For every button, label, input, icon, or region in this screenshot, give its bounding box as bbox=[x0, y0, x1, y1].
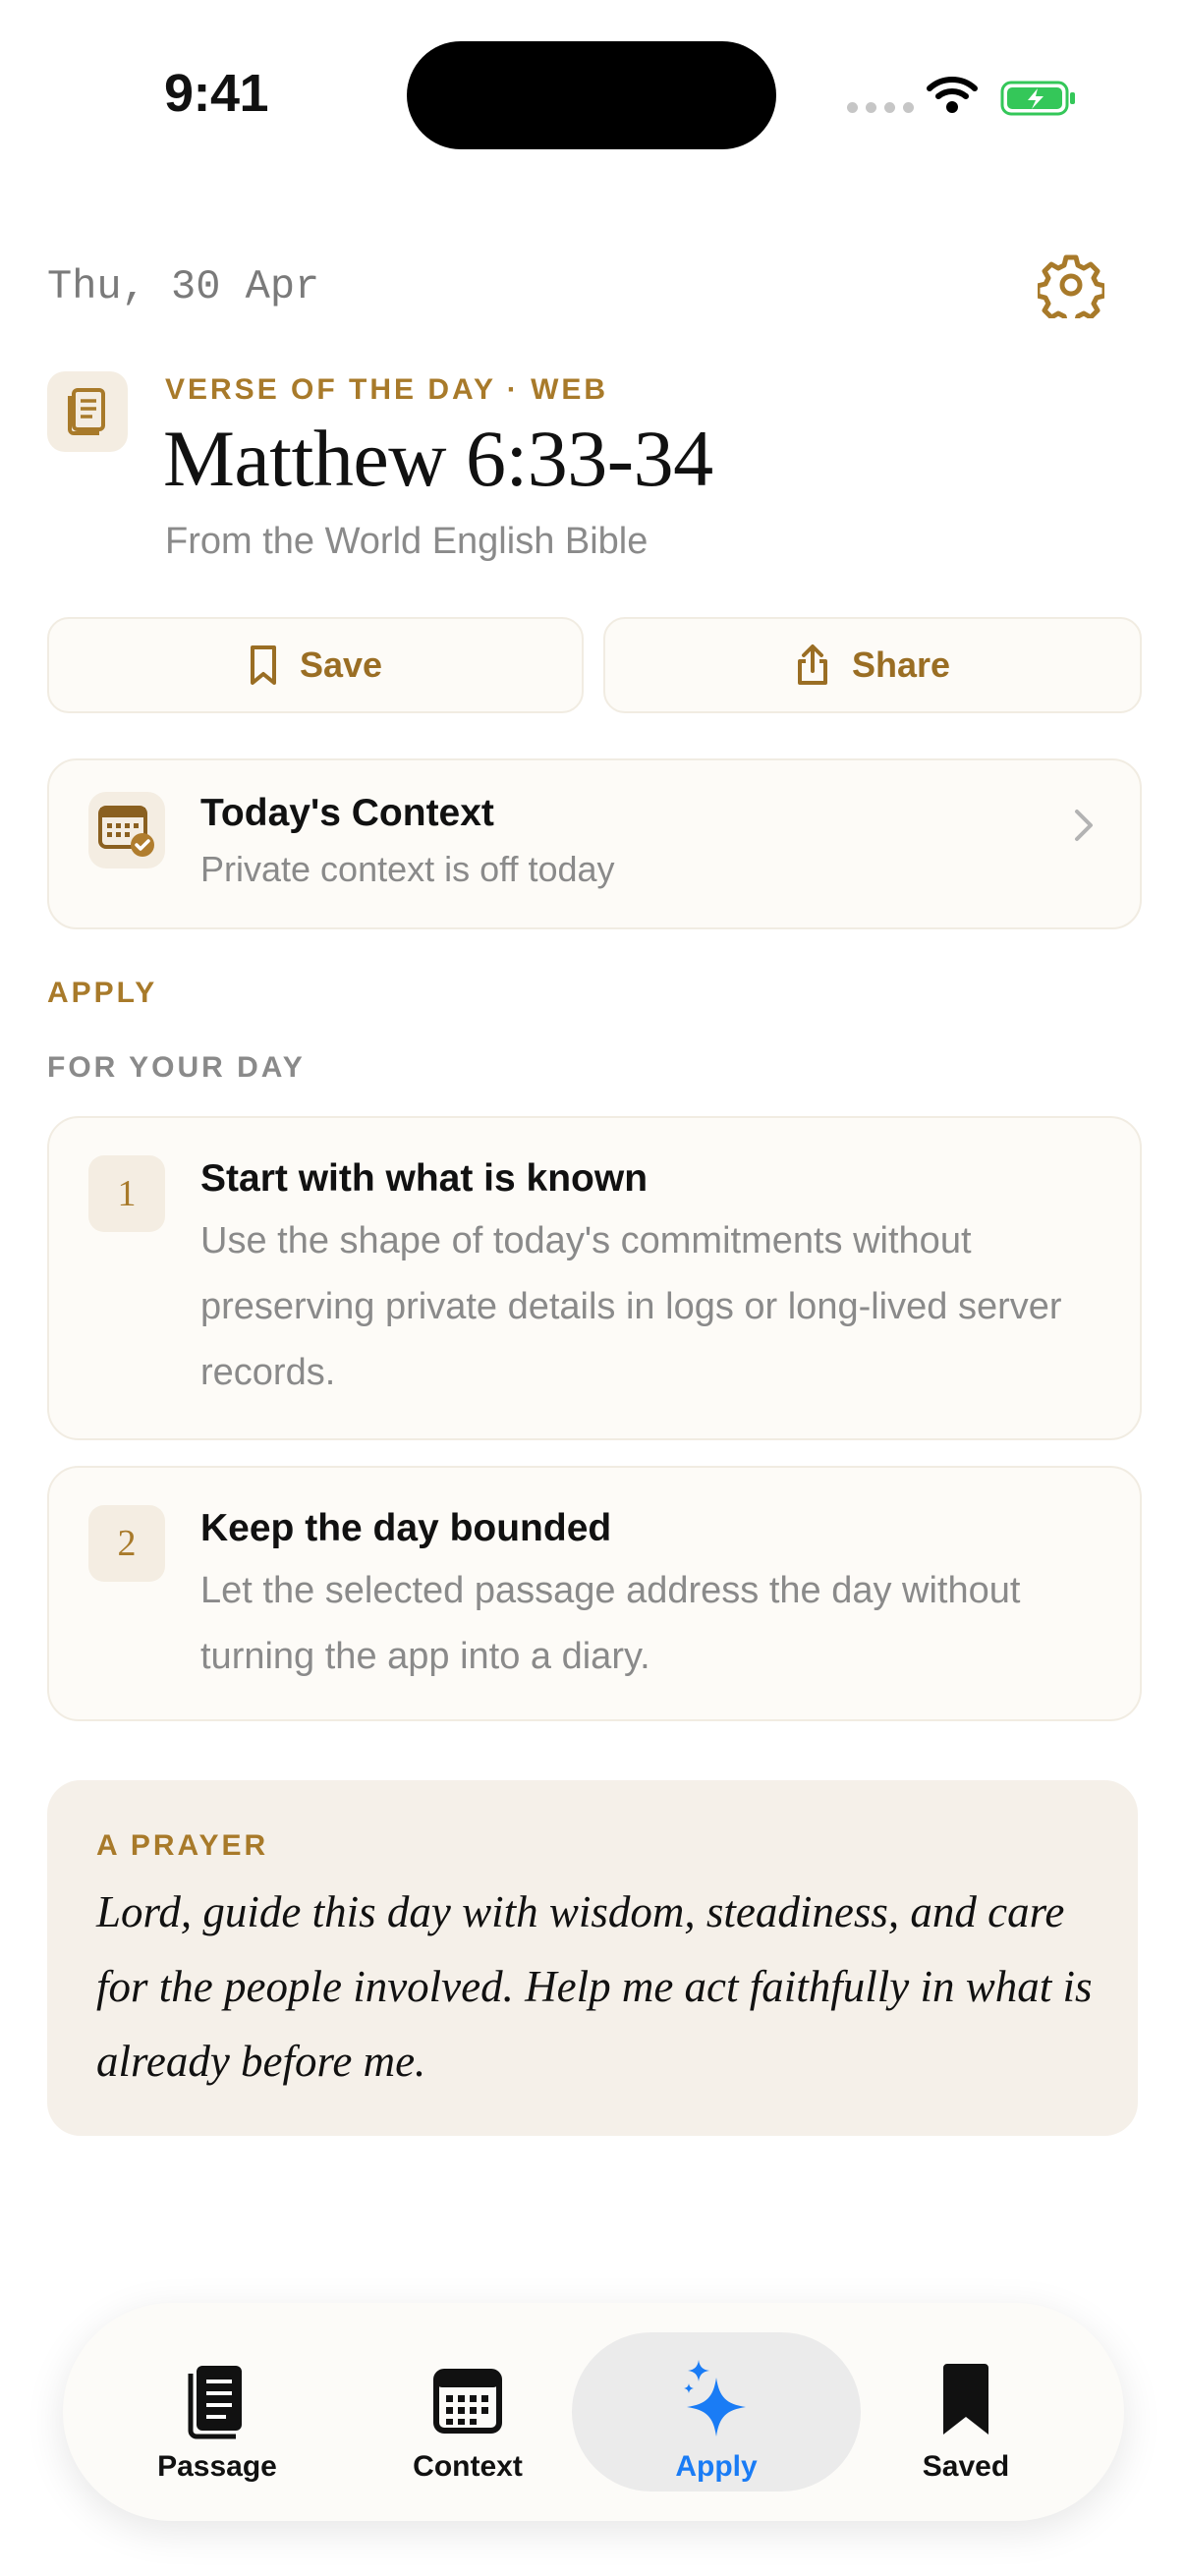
share-button[interactable]: Share bbox=[603, 617, 1142, 713]
calendar-check-icon bbox=[88, 792, 165, 868]
step-title: Start with what is known bbox=[200, 1157, 649, 1200]
sparkles-icon bbox=[684, 2360, 746, 2436]
tab-context[interactable]: Context bbox=[360, 2332, 576, 2492]
step-number: 1 bbox=[88, 1155, 165, 1232]
tab-label: Apply bbox=[675, 2450, 758, 2483]
step-body: Let the selected passage address the day… bbox=[200, 1570, 1021, 1677]
step-title: Keep the day bounded bbox=[200, 1507, 612, 1549]
calendar-icon bbox=[433, 2369, 502, 2434]
save-button-label: Save bbox=[299, 644, 383, 685]
verse-book-icon bbox=[47, 371, 128, 452]
verse-source: From the World English Bible bbox=[165, 521, 649, 562]
share-button-label: Share bbox=[851, 644, 951, 685]
bookmark-outline-icon bbox=[250, 645, 276, 685]
battery-icon bbox=[1000, 81, 1075, 116]
wifi-icon bbox=[927, 77, 978, 113]
prayer-label: A PRAYER bbox=[96, 1829, 269, 1862]
section-label-for-your-day: FOR YOUR DAY bbox=[47, 1051, 306, 1084]
share-icon bbox=[797, 644, 827, 685]
context-subtitle: Private context is off today bbox=[200, 849, 615, 889]
step-number: 2 bbox=[88, 1505, 165, 1582]
verse-reference: Matthew 6:33-34 bbox=[163, 414, 713, 503]
tab-label: Context bbox=[413, 2450, 523, 2483]
status-time: 9:41 bbox=[164, 64, 269, 123]
tab-passage[interactable]: Passage bbox=[109, 2332, 325, 2492]
tab-apply[interactable]: Apply bbox=[608, 2332, 824, 2492]
prayer-text: Lord, guide this day with wisdom, steadi… bbox=[96, 1887, 1093, 2086]
verse-kicker: VERSE OF THE DAY · WEB bbox=[165, 373, 609, 406]
tab-saved[interactable]: Saved bbox=[858, 2332, 1074, 2492]
dynamic-island bbox=[407, 41, 776, 149]
tab-label: Passage bbox=[157, 2450, 277, 2483]
book-icon bbox=[188, 2366, 242, 2439]
tab-label: Saved bbox=[922, 2450, 1010, 2483]
step-body: Use the shape of today's commitments wit… bbox=[200, 1220, 1062, 1393]
date-label: Thu, 30 Apr bbox=[47, 263, 320, 310]
signal-icon bbox=[847, 102, 914, 113]
bookmark-icon bbox=[943, 2364, 988, 2435]
context-title: Today's Context bbox=[200, 792, 494, 834]
chevron-right-icon bbox=[1075, 810, 1093, 841]
section-label-apply: APPLY bbox=[47, 977, 158, 1009]
todays-context-card[interactable] bbox=[47, 758, 1142, 929]
save-button[interactable]: Save bbox=[47, 617, 584, 713]
settings-gear-icon[interactable] bbox=[1038, 252, 1104, 318]
